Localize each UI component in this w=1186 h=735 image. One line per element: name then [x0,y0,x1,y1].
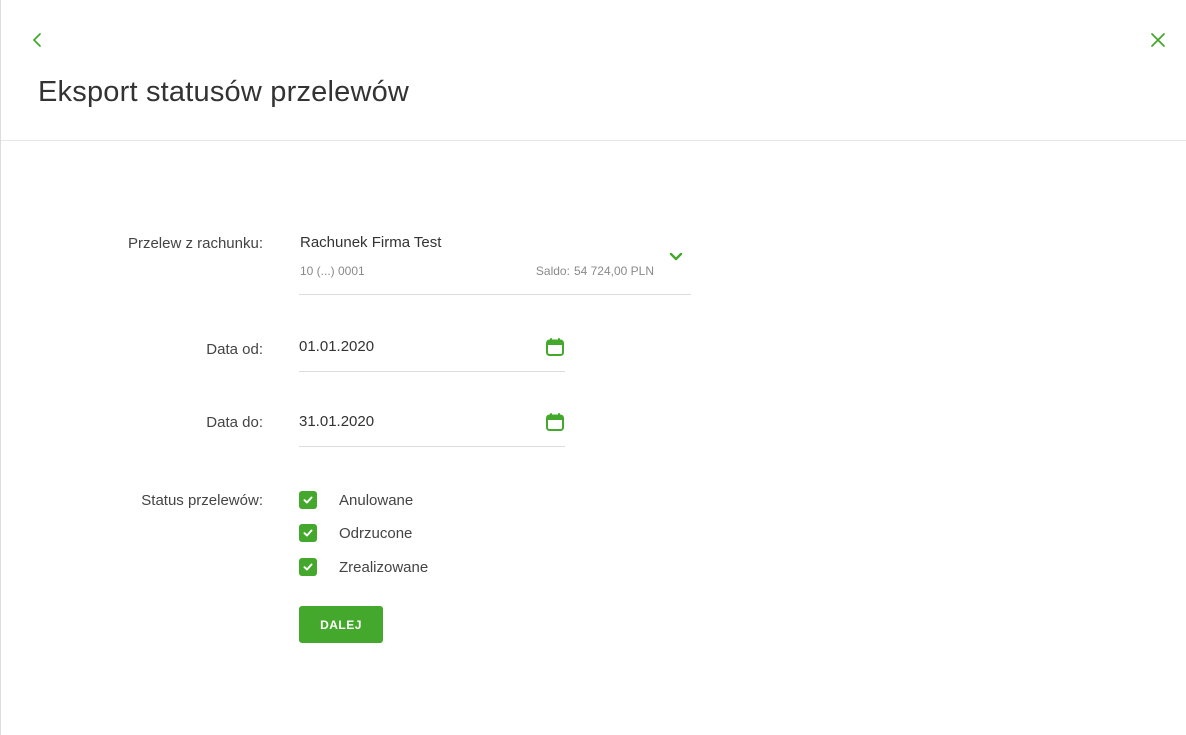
date-from-field [299,329,565,372]
checkbox-checked[interactable] [299,524,317,542]
calendar-icon [546,413,564,431]
close-button[interactable] [1146,28,1170,52]
back-button[interactable] [25,28,49,52]
date-to-input[interactable] [299,413,519,430]
account-balance: Saldo: 54 724,00 PLN [536,264,654,278]
checkbox-label: Zrealizowane [339,558,429,576]
checkbox-checked[interactable] [299,558,317,576]
checkbox-label: Anulowane [339,491,414,509]
next-button[interactable]: DALEJ [299,606,383,643]
account-label: Przelew z rachunku: [127,235,263,252]
date-from-label: Data od: [206,341,263,358]
date-from-input[interactable] [299,338,519,355]
export-status-panel: Eksport statusów przelewów Przelew z rac… [0,0,1186,735]
account-name: Rachunek Firma Test [300,234,442,251]
checkmark-icon [303,529,313,537]
date-to-label: Data do: [206,414,263,431]
checkbox-label: Odrzucone [339,524,413,542]
checkmark-icon [303,563,313,571]
date-to-field [299,404,565,447]
checkbox-checked[interactable] [299,491,317,509]
status-checkbox-zrealizowane[interactable]: Zrealizowane [299,556,428,578]
header-divider [1,140,1186,141]
chevron-left-icon [33,33,41,47]
account-select[interactable]: Rachunek Firma Test 10 (...) 0001 Saldo:… [299,228,691,295]
balance-value: 54 724,00 PLN [573,264,654,278]
account-number: 10 (...) 0001 [300,264,365,278]
page-title: Eksport statusów przelewów [38,76,410,108]
close-icon [1151,33,1165,47]
status-checkbox-odrzucone[interactable]: Odrzucone [299,522,412,544]
chevron-down-icon[interactable] [669,252,683,262]
status-label: Status przelewów: [141,492,263,509]
calendar-icon [546,338,564,356]
status-checkbox-anulowane[interactable]: Anulowane [299,489,413,511]
balance-label: Saldo: [535,264,570,278]
date-to-calendar-button[interactable] [545,412,565,432]
checkmark-icon [303,496,313,504]
date-from-calendar-button[interactable] [545,337,565,357]
